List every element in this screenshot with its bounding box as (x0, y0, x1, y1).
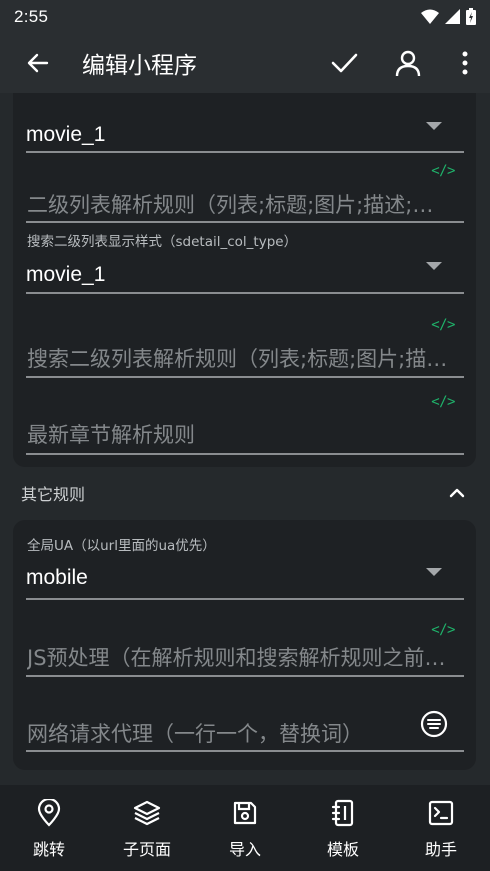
nav-item-template[interactable]: 模板 (294, 785, 392, 871)
nav-label: 子页面 (122, 840, 171, 859)
status-icons (421, 8, 476, 25)
arrow-left-icon (27, 53, 49, 73)
battery-icon (466, 8, 476, 25)
global-ua-select[interactable]: 全局UA（以url里面的ua优先） mobile (26, 534, 464, 602)
nav-item-assistant[interactable]: 助手 (392, 785, 490, 871)
more-vertical-icon (462, 51, 468, 75)
app-bar: 编辑小程序 (0, 33, 490, 93)
search-col-type-select[interactable]: 搜索二级列表显示样式（sdetail_col_type） movie_1 (26, 230, 464, 312)
network-proxy-input[interactable]: 网络请求代理（一行一个，替换词） (26, 698, 464, 754)
detail-rules-card: movie_1 二级列表解析规则（列表;标题;图片;描述;链接） </> 搜索二… (13, 93, 476, 467)
global-ua-value: mobile (26, 566, 88, 589)
js-preprocess-input[interactable]: JS预处理（在解析规则和搜索解析规则之前执行） </> (26, 622, 464, 678)
detail-col-type-value: movie_1 (26, 123, 106, 146)
code-icon[interactable]: </> (431, 394, 455, 410)
terminal-icon (426, 798, 456, 828)
nav-item-import[interactable]: 导入 (196, 785, 294, 871)
js-preprocess-placeholder: JS预处理（在解析规则和搜索解析规则之前执行） (27, 646, 463, 670)
notebook-icon (328, 798, 358, 828)
back-button[interactable] (0, 33, 76, 93)
map-pin-icon (34, 798, 64, 828)
global-ua-label: 全局UA（以url里面的ua优先） (27, 538, 216, 554)
editor-content[interactable]: movie_1 二级列表解析规则（列表;标题;图片;描述;链接） </> 搜索二… (0, 93, 490, 785)
dropdown-arrow-icon (426, 122, 442, 130)
account-button[interactable] (376, 33, 440, 93)
search-list-rule-placeholder: 搜索二级列表解析规则（列表;标题;图片;描述;链接） (27, 347, 451, 371)
wifi-icon (421, 9, 439, 24)
page-title: 编辑小程序 (82, 53, 197, 79)
other-rules-section-header[interactable]: 其它规则 (0, 468, 490, 518)
dropdown-arrow-icon (426, 568, 442, 576)
signal-icon (445, 9, 460, 24)
code-icon[interactable]: </> (431, 317, 455, 333)
check-icon (331, 53, 358, 73)
detail-list-rule-input[interactable]: 二级列表解析规则（列表;标题;图片;描述;链接） </> (26, 163, 464, 225)
detail-col-type-select[interactable]: movie_1 (26, 103, 464, 161)
other-rules-card: 全局UA（以url里面的ua优先） mobile JS预处理（在解析规则和搜索解… (13, 520, 476, 770)
nav-label: 助手 (424, 840, 457, 859)
code-icon[interactable]: </> (431, 622, 455, 638)
code-icon[interactable]: </> (431, 163, 455, 179)
search-col-type-value: movie_1 (26, 263, 106, 286)
bottom-nav: 跳转 子页面 导入 模板 助手 (0, 785, 490, 871)
search-col-type-label: 搜索二级列表显示样式（sdetail_col_type） (27, 234, 298, 250)
nav-label: 模板 (326, 840, 359, 859)
network-proxy-placeholder: 网络请求代理（一行一个，替换词） (27, 722, 363, 746)
confirm-button[interactable] (312, 33, 376, 93)
chevron-up-icon[interactable] (445, 481, 469, 505)
nav-label: 导入 (228, 840, 261, 859)
more-options-button[interactable] (440, 33, 490, 93)
nav-label: 跳转 (32, 840, 65, 859)
section-title: 其它规则 (21, 485, 86, 504)
search-list-rule-input[interactable]: 搜索二级列表解析规则（列表;标题;图片;描述;链接） </> (26, 317, 464, 380)
status-bar: 2:55 (0, 0, 490, 33)
detail-list-rule-placeholder: 二级列表解析规则（列表;标题;图片;描述;链接） (27, 193, 451, 217)
list-circle-icon[interactable] (420, 710, 448, 738)
status-time: 2:55 (14, 6, 49, 26)
latest-chapter-placeholder: 最新章节解析规则 (27, 423, 195, 447)
latest-chapter-rule-input[interactable]: 最新章节解析规则 </> (26, 394, 464, 457)
user-icon (395, 50, 421, 77)
nav-item-subpage[interactable]: 子页面 (98, 785, 196, 871)
nav-item-jump[interactable]: 跳转 (0, 785, 98, 871)
layers-icon (132, 798, 162, 828)
save-icon (230, 798, 260, 828)
dropdown-arrow-icon (426, 262, 442, 270)
